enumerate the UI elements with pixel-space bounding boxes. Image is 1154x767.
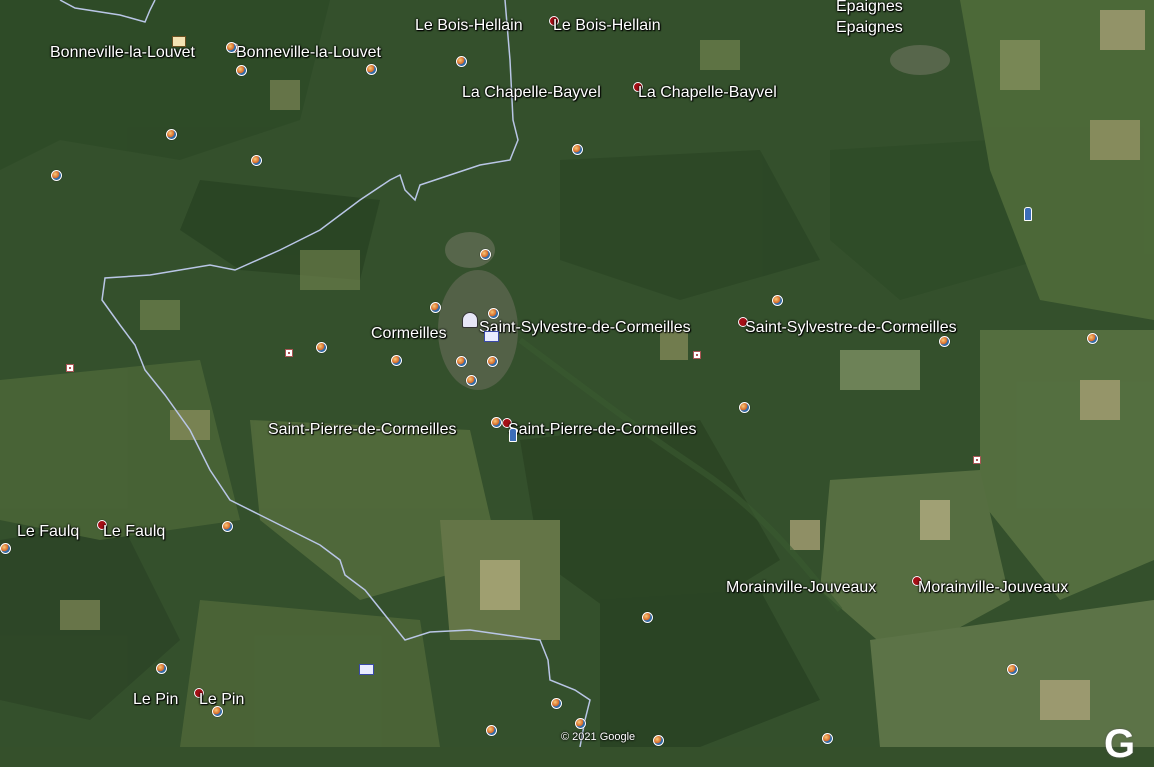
photo-marker[interactable] — [166, 129, 177, 140]
photo-marker[interactable] — [822, 733, 833, 744]
photo-marker[interactable] — [1087, 333, 1098, 344]
photo-marker[interactable] — [51, 170, 62, 181]
photo-marker[interactable] — [772, 295, 783, 306]
label-le-faulq[interactable]: Le Faulq — [17, 523, 79, 541]
copyright-notice: © 2021 Google — [561, 731, 636, 743]
label-le-bois-hellain-repeat[interactable]: Le Bois-Hellain — [553, 17, 661, 35]
photo-marker[interactable] — [430, 302, 441, 313]
label-cormeilles[interactable]: Cormeilles — [371, 325, 447, 343]
poi-square-marker[interactable] — [66, 364, 74, 372]
photo-marker[interactable] — [456, 56, 467, 67]
label-epaignes-repeat[interactable]: Epaignes — [836, 19, 903, 37]
label-saint-pierre-de-cormeilles-repeat[interactable]: Saint-Pierre-de-Cormeilles — [508, 421, 697, 439]
hotel-icon[interactable] — [359, 664, 374, 675]
label-le-pin-repeat[interactable]: Le Pin — [199, 691, 244, 709]
photo-marker[interactable] — [316, 342, 327, 353]
photo-marker[interactable] — [226, 42, 237, 53]
label-bonneville-la-louvet-repeat[interactable]: Bonneville-la-Louvet — [236, 44, 381, 62]
hotel-icon[interactable] — [484, 331, 499, 342]
photo-marker[interactable] — [480, 249, 491, 260]
label-le-pin[interactable]: Le Pin — [133, 691, 178, 709]
google-logo: G — [1104, 722, 1136, 766]
photo-marker[interactable] — [466, 375, 477, 386]
photo-marker[interactable] — [653, 735, 664, 746]
photo-marker[interactable] — [236, 65, 247, 76]
poi-square-marker[interactable] — [285, 349, 293, 357]
photo-marker[interactable] — [642, 612, 653, 623]
satellite-map[interactable] — [0, 0, 1154, 747]
label-saint-sylvestre-de-cormeilles[interactable]: Saint-Sylvestre-de-Cormeilles — [479, 319, 691, 337]
person-icon[interactable] — [509, 428, 517, 442]
label-epaignes[interactable]: Epaignes — [836, 0, 903, 16]
label-le-bois-hellain[interactable]: Le Bois-Hellain — [415, 17, 523, 35]
photo-marker[interactable] — [486, 725, 497, 736]
photo-marker[interactable] — [0, 543, 11, 554]
photo-marker[interactable] — [391, 355, 402, 366]
person-icon[interactable] — [1024, 207, 1032, 221]
label-saint-sylvestre-de-cormeilles-repeat[interactable]: Saint-Sylvestre-de-Cormeilles — [745, 319, 957, 337]
photo-marker[interactable] — [212, 706, 223, 717]
photo-marker[interactable] — [156, 663, 167, 674]
label-la-chapelle-bayvel[interactable]: La Chapelle-Bayvel — [462, 84, 601, 102]
folder-icon[interactable] — [172, 36, 186, 47]
photo-marker[interactable] — [572, 144, 583, 155]
photo-marker[interactable] — [575, 718, 586, 729]
label-saint-pierre-de-cormeilles[interactable]: Saint-Pierre-de-Cormeilles — [268, 421, 457, 439]
label-la-chapelle-bayvel-repeat[interactable]: La Chapelle-Bayvel — [638, 84, 777, 102]
photo-marker[interactable] — [222, 521, 233, 532]
poi-square-marker[interactable] — [693, 351, 701, 359]
label-morainville-jouveaux[interactable]: Morainville-Jouveaux — [726, 579, 876, 597]
photo-marker[interactable] — [251, 155, 262, 166]
photo-marker[interactable] — [366, 64, 377, 75]
photo-marker[interactable] — [487, 356, 498, 367]
photo-marker[interactable] — [939, 336, 950, 347]
poi-square-marker[interactable] — [973, 456, 981, 464]
photo-marker[interactable] — [491, 417, 502, 428]
photo-marker[interactable] — [551, 698, 562, 709]
photo-marker[interactable] — [488, 308, 499, 319]
church-icon[interactable] — [462, 312, 478, 328]
photo-marker[interactable] — [456, 356, 467, 367]
photo-marker[interactable] — [1007, 664, 1018, 675]
label-le-faulq-repeat[interactable]: Le Faulq — [103, 523, 165, 541]
photo-marker[interactable] — [739, 402, 750, 413]
label-morainville-jouveaux-repeat[interactable]: Morainville-Jouveaux — [918, 579, 1068, 597]
